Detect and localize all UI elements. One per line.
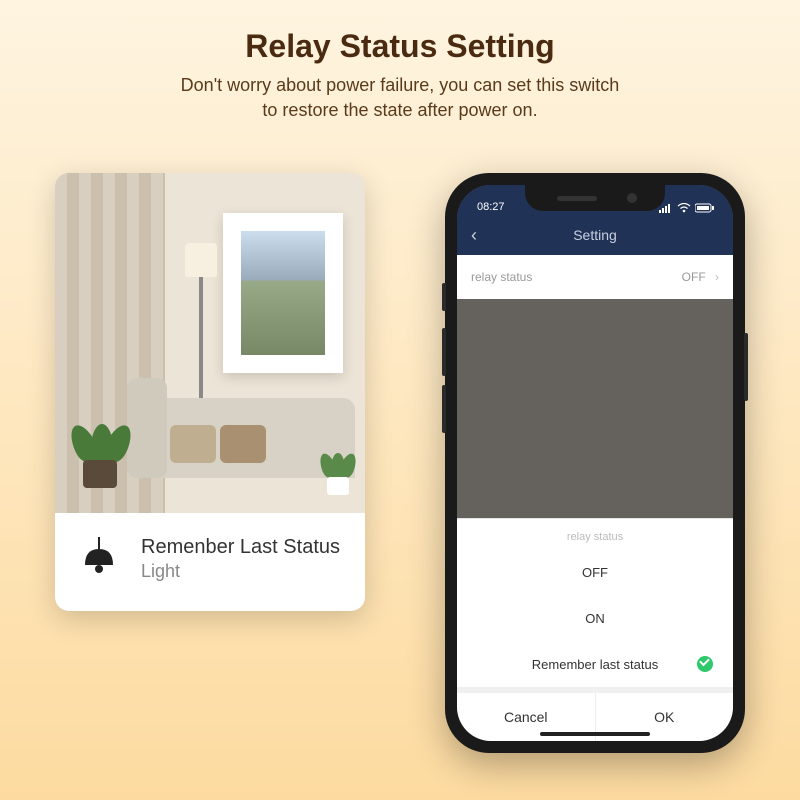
sheet-title: relay status (457, 519, 733, 549)
header: Relay Status Setting Don't worry about p… (0, 0, 800, 123)
card-sublabel: Light (141, 561, 340, 582)
option-remember-last[interactable]: Remember last status (457, 641, 733, 687)
status-icons (659, 203, 715, 213)
app-navbar: ‹ Setting (457, 215, 733, 255)
signal-icon (659, 203, 673, 213)
home-indicator[interactable] (540, 732, 650, 736)
battery-icon (695, 203, 715, 213)
card-footer: Remenber Last Status Light (55, 513, 365, 611)
row-value-wrap: OFF › (682, 270, 719, 284)
navbar-title: Setting (457, 227, 733, 243)
relay-status-row[interactable]: relay status OFF › (457, 255, 733, 299)
back-button[interactable]: ‹ (471, 225, 477, 246)
room-illustration (55, 173, 365, 513)
phone-screen: 08:27 ‹ Setting relay status OFF › (457, 185, 733, 741)
card-label: Remenber Last Status (141, 536, 340, 559)
page-subtitle: Don't worry about power failure, you can… (0, 73, 800, 123)
option-on[interactable]: ON (457, 595, 733, 641)
subtitle-line: to restore the state after power on. (262, 100, 537, 120)
phone-frame: 08:27 ‹ Setting relay status OFF › (445, 173, 745, 753)
pendant-lamp-icon (75, 535, 123, 583)
phone-notch (525, 185, 665, 211)
content-row: Remenber Last Status Light 08:27 ‹ (0, 123, 800, 753)
page-title: Relay Status Setting (0, 28, 800, 65)
chevron-right-icon: › (715, 270, 719, 284)
card-text: Remenber Last Status Light (141, 536, 340, 582)
subtitle-line: Don't worry about power failure, you can… (181, 75, 620, 95)
row-label: relay status (471, 270, 532, 284)
row-value: OFF (682, 270, 706, 284)
action-sheet: relay status OFF ON Remember last status… (457, 518, 733, 741)
option-off[interactable]: OFF (457, 549, 733, 595)
wifi-icon (677, 203, 691, 213)
feature-card: Remenber Last Status Light (55, 173, 365, 611)
status-time: 08:27 (477, 201, 505, 213)
